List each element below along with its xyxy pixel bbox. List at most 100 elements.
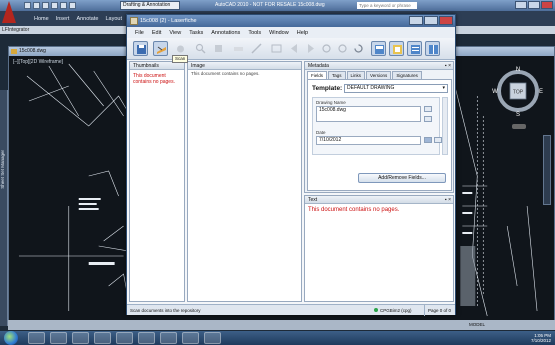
date-label: Date: [316, 130, 326, 135]
print-icon[interactable]: [69, 2, 76, 9]
viewport-controls-label[interactable]: [–][Top][2D Wireframe]: [13, 59, 63, 65]
menu-help[interactable]: Help: [297, 30, 308, 36]
template-dropdown[interactable]: DEFAULT DRAWING: [344, 84, 448, 93]
laserfiche-titlebar[interactable]: 15c008 (2) - Laserfiche: [127, 15, 455, 27]
autocad-search-input[interactable]: Type a keyword or phrase: [357, 2, 417, 9]
line-button[interactable]: [249, 41, 264, 56]
select-button[interactable]: [211, 41, 226, 56]
laserfiche-window-controls: [408, 16, 453, 25]
viewcube-compass[interactable]: TOP N S E W: [492, 65, 544, 117]
rotate-button[interactable]: [319, 41, 334, 56]
lf-maximize-button[interactable]: [424, 16, 438, 25]
redo-icon[interactable]: [60, 2, 67, 9]
thumbnails-pane[interactable]: Thumbnails This document contains no pag…: [129, 61, 185, 302]
tab-links[interactable]: Links: [346, 71, 366, 79]
ribbon-tab-layout[interactable]: Layout: [105, 16, 122, 22]
compass-south: S: [516, 112, 520, 117]
menu-window[interactable]: Window: [269, 30, 289, 36]
scan-icon: [157, 46, 166, 54]
system-clock[interactable]: 1:05 PM 7/10/2012: [531, 333, 551, 343]
autocad-window-title: AutoCAD 2010 - NOT FOR RESALE 15c008.dwg: [215, 2, 325, 8]
menu-tools[interactable]: Tools: [248, 30, 261, 36]
next-page-button[interactable]: [303, 41, 318, 56]
menu-edit[interactable]: Edit: [152, 30, 161, 36]
model-space-toggle[interactable]: MODEL: [469, 321, 485, 329]
scan-button[interactable]: [153, 41, 168, 56]
laserfiche-statusbar: Scan documents into the repository CPGBi…: [127, 304, 455, 316]
media-player-icon[interactable]: [72, 332, 89, 344]
compass-east: E: [539, 89, 543, 95]
word-icon[interactable]: [182, 332, 199, 344]
autocad-task-icon[interactable]: [94, 332, 111, 344]
thumbnails-pane-button[interactable]: [389, 41, 404, 56]
crop-button[interactable]: [335, 41, 350, 56]
text-pane-button[interactable]: [407, 41, 422, 56]
ie-icon[interactable]: [28, 332, 45, 344]
menu-annotations[interactable]: Annotations: [211, 30, 240, 36]
quick-access-toolbar: [22, 2, 76, 9]
tab-signatures[interactable]: Signatures: [392, 71, 422, 79]
compass-north: N: [516, 67, 520, 73]
metadata-icon: [375, 45, 384, 54]
next-icon: [308, 44, 314, 53]
outlook-icon[interactable]: [116, 332, 133, 344]
app-icon[interactable]: [204, 332, 221, 344]
open-icon[interactable]: [33, 2, 40, 9]
previous-page-button[interactable]: [287, 41, 302, 56]
sheet-set-palette[interactable]: Sheet Set Manager: [0, 90, 8, 326]
date-expand-icon[interactable]: [434, 137, 442, 143]
lfintegrator-label[interactable]: LFIntegrator: [2, 26, 29, 34]
rotate-icon: [322, 44, 331, 53]
drawing-name-expand-icon[interactable]: [424, 116, 432, 122]
maximize-button[interactable]: [528, 1, 540, 9]
fields-scrollbar[interactable]: [442, 97, 448, 155]
ribbon-tab-insert[interactable]: Insert: [56, 16, 70, 22]
drawing-name-field[interactable]: 15c008.dwg: [316, 106, 421, 122]
undo-icon[interactable]: [51, 2, 58, 9]
close-button[interactable]: [541, 1, 553, 9]
lf-close-button[interactable]: [439, 16, 453, 25]
zoom-button[interactable]: [193, 41, 208, 56]
refresh-button[interactable]: [351, 41, 366, 56]
calendar-icon[interactable]: [424, 137, 432, 143]
save-icon[interactable]: [42, 2, 49, 9]
save-icon: [137, 45, 146, 54]
minimize-button[interactable]: [515, 1, 527, 9]
autocad-titlebar: Drafting & Annotation AutoCAD 2010 - NOT…: [0, 0, 555, 11]
tab-versions[interactable]: Versions: [366, 71, 392, 79]
viewcube-top-label: TOP: [513, 90, 524, 96]
new-icon[interactable]: [24, 2, 31, 9]
explorer-icon[interactable]: [50, 332, 67, 344]
annotate-button[interactable]: [269, 41, 284, 56]
add-remove-fields-button[interactable]: Add/Remove Fields...: [358, 173, 446, 183]
image-pane-title: Image: [188, 62, 301, 70]
menu-file[interactable]: File: [135, 30, 144, 36]
text-pane-close-icon[interactable]: ▪ ×: [445, 196, 451, 204]
start-button[interactable]: [4, 331, 18, 345]
lf-minimize-button[interactable]: [409, 16, 423, 25]
workspace-dropdown[interactable]: Drafting & Annotation: [120, 1, 180, 10]
metadata-pane: Metadata ▪ × Fields Tags Links Versions …: [304, 61, 454, 193]
metadata-pane-button[interactable]: [371, 41, 386, 56]
split-view-button[interactable]: [425, 41, 440, 56]
text-pane[interactable]: Text ▪ × This document contains no pages…: [304, 195, 454, 302]
menu-tasks[interactable]: Tasks: [189, 30, 203, 36]
ribbon-tab-home[interactable]: Home: [34, 16, 49, 22]
tab-tags[interactable]: Tags: [328, 71, 346, 79]
laserfiche-task-icon[interactable]: [160, 332, 177, 344]
menu-view[interactable]: View: [169, 30, 181, 36]
highlight-button[interactable]: [231, 41, 246, 56]
image-pane[interactable]: Image This document contains no pages.: [187, 61, 302, 302]
tab-fields[interactable]: Fields: [307, 71, 328, 79]
metadata-pane-close-icon[interactable]: ▪ ×: [445, 62, 451, 70]
wcs-menu[interactable]: [512, 124, 526, 129]
save-button[interactable]: [133, 41, 148, 56]
pan-button[interactable]: [173, 41, 188, 56]
laserfiche-document-icon: [130, 17, 138, 25]
date-field[interactable]: 7/10/2012: [316, 136, 421, 145]
excel-icon[interactable]: [138, 332, 155, 344]
template-label: Template:: [312, 85, 343, 92]
ribbon-tab-annotate[interactable]: Annotate: [76, 16, 98, 22]
drawing-name-spin-icon[interactable]: [424, 106, 432, 112]
navigation-bar[interactable]: [543, 135, 551, 205]
